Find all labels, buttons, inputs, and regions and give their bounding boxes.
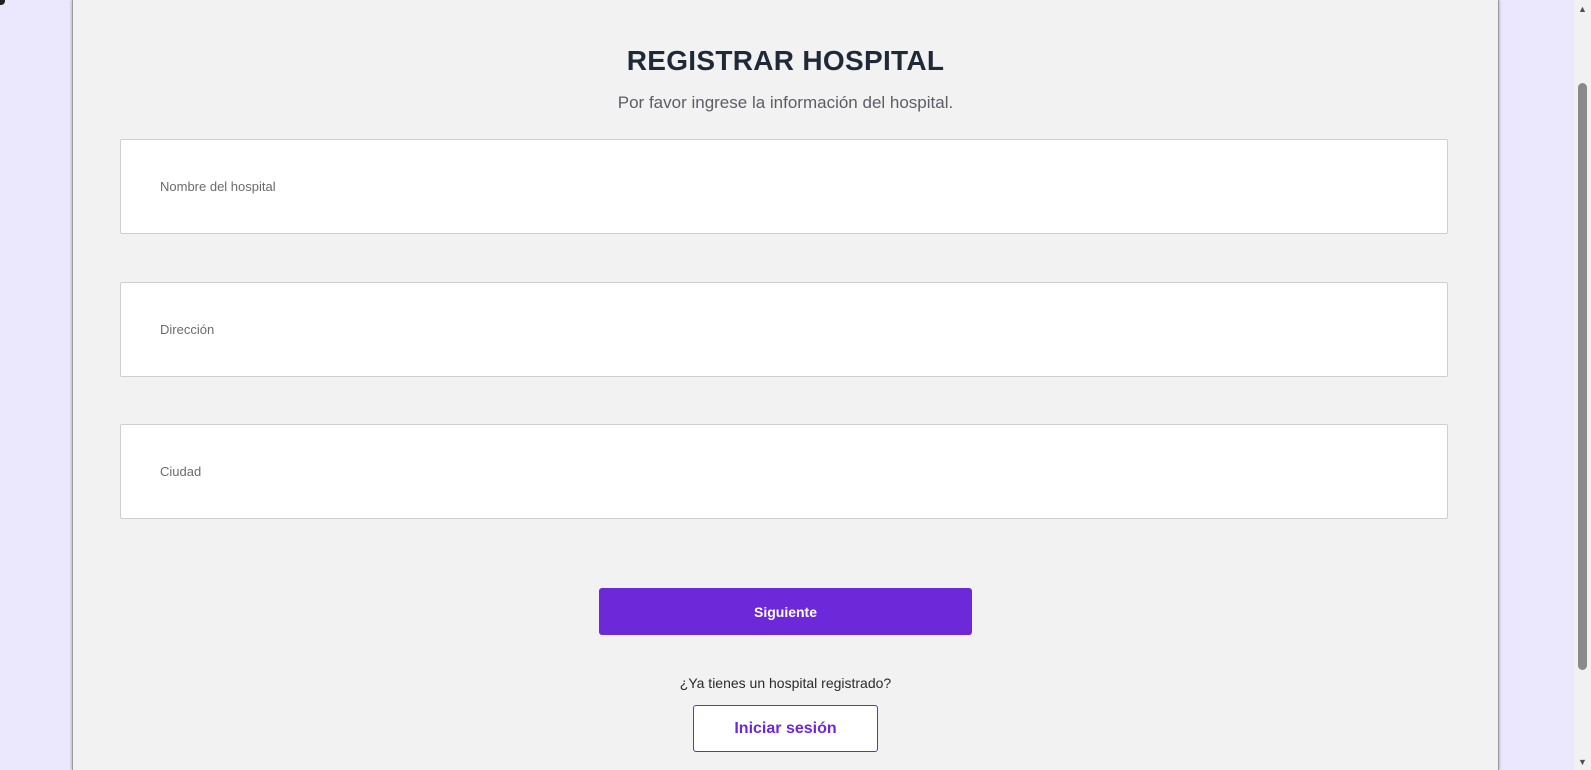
scroll-up-icon[interactable]: ▲ xyxy=(1574,0,1591,17)
hospital-name-field-box xyxy=(120,139,1448,234)
scroll-down-icon[interactable]: ▼ xyxy=(1574,753,1591,770)
next-button[interactable]: Siguiente xyxy=(599,588,972,635)
hospital-name-input[interactable] xyxy=(121,140,1447,233)
page-title: REGISTRAR HOSPITAL xyxy=(626,45,945,76)
login-prompt: ¿Ya tienes un hospital registrado? xyxy=(679,675,892,691)
scroll-thumb[interactable] xyxy=(1578,83,1587,670)
login-button[interactable]: Iniciar sesión xyxy=(693,705,878,752)
page-subtitle: Por favor ingrese la información del hos… xyxy=(617,93,954,112)
vertical-scrollbar[interactable]: ▲ ▼ xyxy=(1574,0,1591,770)
city-input[interactable] xyxy=(121,425,1447,518)
address-input[interactable] xyxy=(121,283,1447,376)
window-corner-mark xyxy=(0,0,5,5)
register-card: REGISTRAR HOSPITAL Por favor ingrese la … xyxy=(72,0,1499,770)
city-field-box xyxy=(120,424,1448,519)
address-field-box xyxy=(120,282,1448,377)
